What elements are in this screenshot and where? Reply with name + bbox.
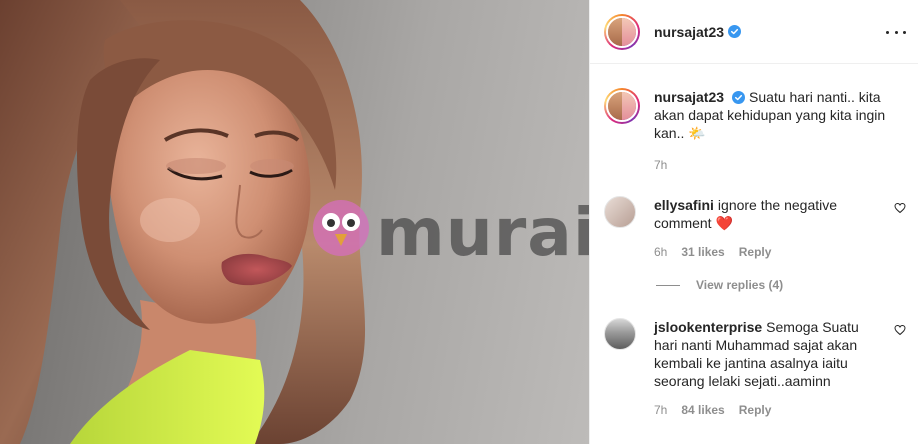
post-photo[interactable]: murai <box>0 0 589 444</box>
caption-meta: 7h <box>654 156 888 174</box>
comment-likes[interactable]: 84 likes <box>681 401 724 419</box>
caption-avatar[interactable] <box>604 88 640 124</box>
reply-button[interactable]: Reply <box>739 401 772 419</box>
caption-username[interactable]: nursajat23 <box>654 89 724 105</box>
comment-body: jslookenterprise Semoga Suatu hari nanti … <box>654 318 882 419</box>
post-caption: nursajat23 Suatu hari nanti.. kita akan d… <box>604 88 906 174</box>
view-replies-label: View replies (4) <box>696 278 784 292</box>
watermark: murai <box>312 198 589 268</box>
avatar[interactable] <box>604 13 640 50</box>
comment-likes[interactable]: 31 likes <box>681 243 724 261</box>
comment-meta: 6h 31 likes Reply <box>654 243 882 261</box>
like-heart-icon[interactable] <box>894 202 906 214</box>
comment-body: ellysafini ignore the negative comment ❤️… <box>654 196 882 261</box>
comment-avatar[interactable] <box>604 318 636 350</box>
reply-button[interactable]: Reply <box>739 243 772 261</box>
caption-body: nursajat23 Suatu hari nanti.. kita akan d… <box>654 88 888 174</box>
like-heart-icon[interactable] <box>894 324 906 336</box>
watermark-text: murai <box>376 194 589 271</box>
more-horizontal-icon[interactable] <box>886 22 906 42</box>
divider <box>656 284 680 286</box>
caption-time[interactable]: 7h <box>654 156 667 174</box>
comment-username[interactable]: jslookenterprise <box>654 319 762 335</box>
verified-badge-icon <box>732 91 746 104</box>
post-panel: nursajat23 nursajat23 Suatu hari nanti.. … <box>589 0 918 444</box>
post-header: nursajat23 <box>590 0 918 64</box>
comment-time[interactable]: 6h <box>654 243 667 261</box>
comment-item: ellysafini ignore the negative comment ❤️… <box>604 196 906 261</box>
verified-badge-icon <box>728 25 742 38</box>
comment-username[interactable]: ellysafini <box>654 197 714 213</box>
comment-meta: 7h 84 likes Reply <box>654 401 882 419</box>
comment-avatar[interactable] <box>604 196 636 228</box>
comment-item: jslookenterprise Semoga Suatu hari nanti … <box>604 318 906 419</box>
comment-time[interactable]: 7h <box>654 401 667 419</box>
view-replies-button[interactable]: View replies (4) <box>656 278 783 292</box>
header-username[interactable]: nursajat23 <box>654 24 724 40</box>
